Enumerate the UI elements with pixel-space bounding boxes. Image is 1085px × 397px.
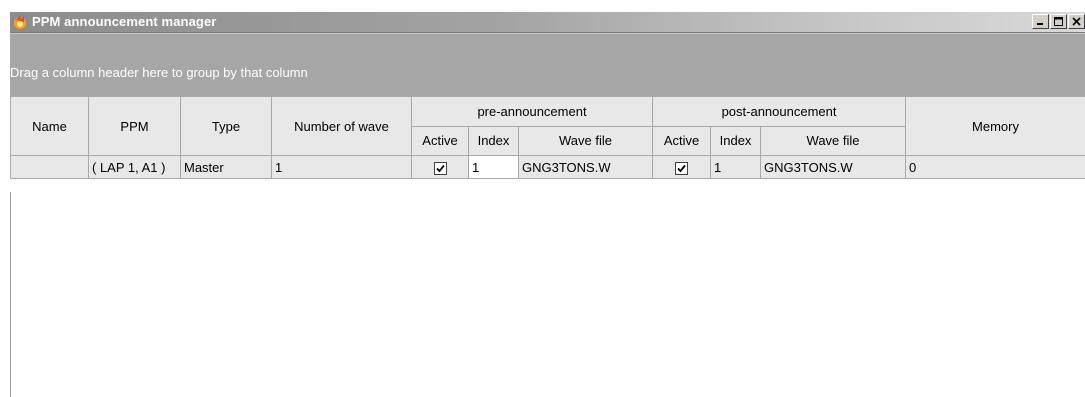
cell-pre-wave-file[interactable]: GNG3TONS.W <box>519 156 653 179</box>
pre-active-checkbox[interactable] <box>434 162 447 175</box>
column-header-pre-index[interactable]: Index <box>469 126 519 156</box>
column-header-number-of-wave[interactable]: Number of wave <box>272 97 412 156</box>
window-title: PPM announcement manager <box>32 14 216 29</box>
cell-type[interactable]: Master <box>181 156 272 179</box>
column-header-memory[interactable]: Memory <box>906 97 1085 156</box>
announcement-grid: Name PPM Type Number of wave pre-announc… <box>10 96 1085 179</box>
cell-pre-index-editor[interactable]: 1 <box>469 156 519 179</box>
group-by-panel[interactable]: Drag a column header here to group by th… <box>10 33 1085 96</box>
column-header-pre-wave-file[interactable]: Wave file <box>519 126 653 156</box>
cell-name[interactable] <box>11 156 89 179</box>
title-bar[interactable]: PPM announcement manager <box>10 12 1085 33</box>
minimize-button[interactable] <box>1032 14 1049 29</box>
cell-pre-active[interactable] <box>412 156 469 179</box>
close-icon <box>1072 17 1081 26</box>
maximize-button[interactable] <box>1050 14 1067 29</box>
column-header-name[interactable]: Name <box>11 97 89 156</box>
group-by-hint: Drag a column header here to group by th… <box>10 65 308 80</box>
column-header-ppm[interactable]: PPM <box>89 97 181 156</box>
cell-post-wave-file[interactable]: GNG3TONS.W <box>761 156 906 179</box>
window-controls <box>1031 14 1085 30</box>
close-button[interactable] <box>1068 14 1085 29</box>
band-header-pre-announcement[interactable]: pre-announcement <box>412 97 653 127</box>
check-icon <box>677 164 686 173</box>
check-icon <box>436 164 445 173</box>
maximize-icon <box>1054 17 1063 26</box>
cell-memory[interactable]: 0 <box>906 156 1085 179</box>
grid-left-border <box>10 192 11 397</box>
cell-post-index[interactable]: 1 <box>711 156 761 179</box>
column-header-type[interactable]: Type <box>181 97 272 156</box>
minimize-icon <box>1036 17 1045 26</box>
cell-number-of-wave[interactable]: 1 <box>272 156 412 179</box>
column-header-post-index[interactable]: Index <box>711 126 761 156</box>
column-header-post-active[interactable]: Active <box>653 126 711 156</box>
band-header-post-announcement[interactable]: post-announcement <box>653 97 906 127</box>
cell-ppm[interactable]: ( LAP 1, A1 ) <box>89 156 181 179</box>
app-flame-icon <box>12 14 28 30</box>
column-header-pre-active[interactable]: Active <box>412 126 469 156</box>
post-active-checkbox[interactable] <box>675 162 688 175</box>
column-header-post-wave-file[interactable]: Wave file <box>761 126 906 156</box>
cell-post-active[interactable] <box>653 156 711 179</box>
announcement-manager-window: PPM announcement manager Drag a column h… <box>10 12 1085 385</box>
table-row[interactable]: ( LAP 1, A1 ) Master 1 1 GNG3TONS.W 1 GN… <box>11 156 1085 179</box>
